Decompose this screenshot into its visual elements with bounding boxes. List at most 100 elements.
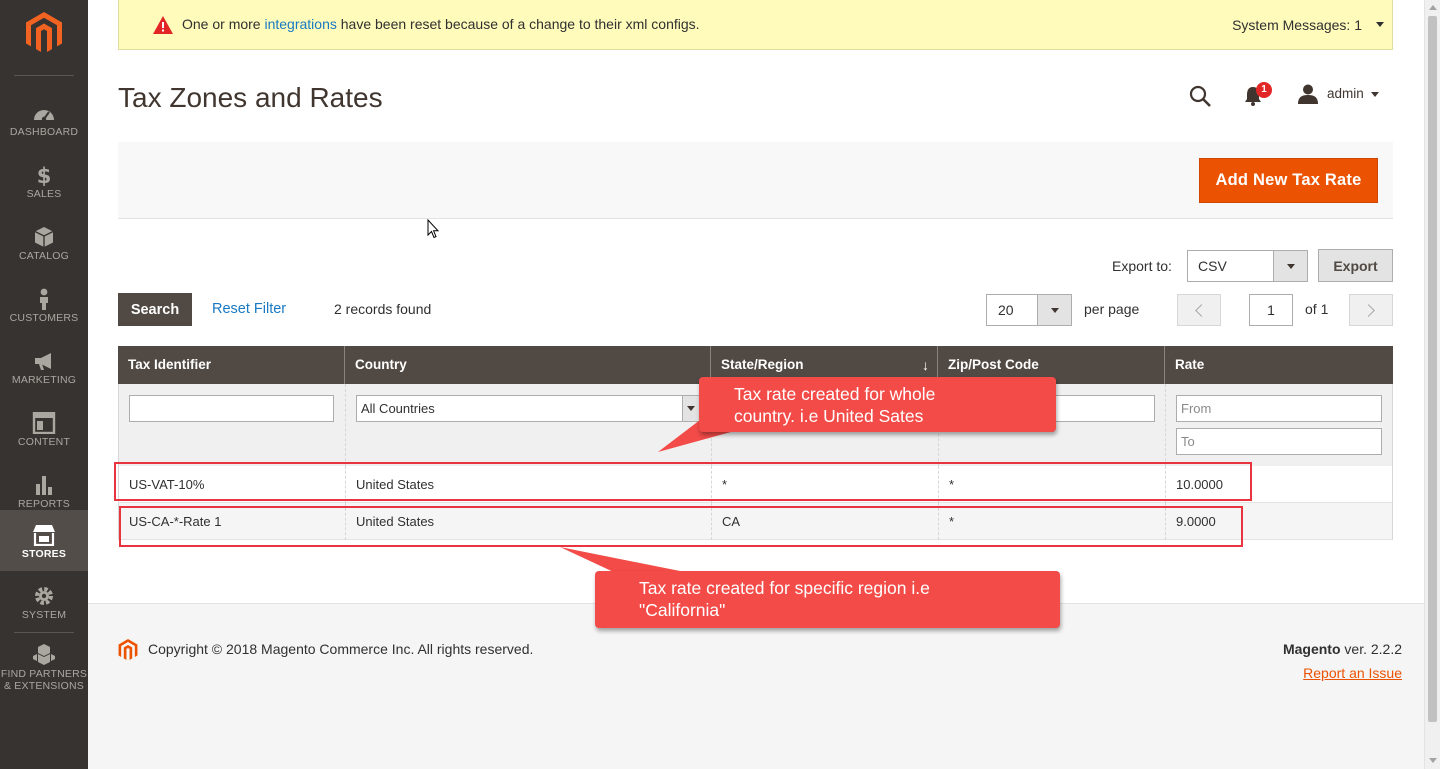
callout-text-line: country. i.e United Sates — [734, 406, 924, 426]
notification-count-badge[interactable]: 1 — [1256, 82, 1272, 98]
rate-to-input[interactable]: To — [1176, 428, 1382, 455]
svg-text:$: $ — [37, 164, 52, 186]
search-icon[interactable] — [1188, 84, 1212, 108]
person-icon — [40, 288, 48, 310]
brand-name: Magento — [1282, 641, 1341, 657]
column-header-label: State/Region — [721, 357, 804, 372]
column-header-label: Country — [355, 357, 407, 372]
reset-filter-link[interactable]: Reset Filter — [212, 301, 286, 317]
per-page-label: per page — [1084, 301, 1140, 317]
sidebar-item-catalog[interactable]: CATALOG — [0, 212, 88, 274]
column-header-label: Rate — [1175, 357, 1205, 372]
search-button[interactable]: Search — [118, 293, 192, 326]
sidebar-divider — [14, 632, 74, 633]
boxes-icon — [33, 644, 55, 665]
magento-logo-icon[interactable] — [26, 12, 62, 54]
annotation-callout: Tax rate created for whole country. i.e … — [699, 377, 1056, 432]
dashboard-icon — [34, 110, 54, 122]
add-new-tax-rate-button[interactable]: Add New Tax Rate — [1199, 158, 1378, 203]
copyright-text: Copyright © 2018 Magento Commerce Inc. A… — [148, 641, 534, 657]
country-filter-select[interactable]: All Countries — [356, 395, 700, 422]
scroll-thumb[interactable] — [1428, 16, 1437, 722]
chevron-left-icon — [1195, 304, 1208, 317]
rate-from-input[interactable]: From — [1176, 395, 1382, 422]
column-header-label: Tax Identifier — [128, 357, 212, 372]
select-toggle[interactable] — [1273, 251, 1307, 281]
annotation-callout: Tax rate created for specific region i.e… — [595, 571, 1060, 628]
system-messages-toggle[interactable]: System Messages: 1 — [1232, 17, 1362, 33]
chevron-down-icon[interactable] — [1371, 92, 1379, 97]
current-page-input[interactable]: 1 — [1249, 294, 1293, 326]
report-issue-link[interactable]: Report an Issue — [1303, 665, 1402, 681]
sidebar-item-find-partners[interactable]: FIND PARTNERS & EXTENSIONS — [0, 634, 88, 704]
total-pages: of 1 — [1305, 301, 1329, 317]
export-format-value: CSV — [1198, 258, 1227, 274]
chevron-down-icon — [687, 406, 695, 411]
version-number: ver. 2.2.2 — [1340, 641, 1402, 657]
sidebar-item-customers[interactable]: CUSTOMERS — [0, 274, 88, 336]
sidebar-item-sales[interactable]: $ SALES — [0, 150, 88, 212]
column-header-country[interactable]: Country — [345, 346, 711, 384]
chevron-down-icon — [1287, 264, 1295, 269]
sidebar-item-stores[interactable]: STORES — [0, 510, 88, 571]
gear-icon — [35, 587, 53, 605]
sidebar-item-label: DASHBOARD — [9, 126, 79, 138]
sidebar-divider — [14, 75, 74, 76]
callout-text-line: Tax rate created for whole — [734, 384, 936, 404]
cube-icon — [34, 227, 54, 247]
sidebar-item-label: CUSTOMERS — [9, 312, 79, 324]
select-toggle[interactable] — [1037, 295, 1071, 325]
sidebar-item-label: REPORTS — [18, 498, 70, 510]
export-button[interactable]: Export — [1318, 249, 1393, 282]
megaphone-icon — [35, 353, 51, 370]
sidebar-item-label: STORES — [21, 548, 67, 560]
records-found: 2 records found — [334, 301, 432, 317]
sidebar-item-label: SYSTEM — [21, 609, 67, 621]
export-label: Export to: — [1112, 258, 1172, 274]
vertical-scrollbar[interactable] — [1424, 0, 1440, 769]
scroll-down-icon[interactable] — [1429, 758, 1437, 763]
sidebar-item-label: CATALOG — [18, 250, 70, 262]
callout-text-line: Tax rate created for specific region i.e — [639, 578, 930, 598]
admin-user-menu[interactable]: admin — [1327, 86, 1364, 101]
filter-cell — [119, 384, 346, 466]
sidebar-item-label: FIND PARTNERS — [0, 668, 88, 680]
previous-page-button[interactable] — [1177, 294, 1221, 326]
filter-cell: From To — [1166, 384, 1392, 466]
bar-chart-icon — [36, 476, 52, 495]
per-page-value: 20 — [998, 302, 1014, 318]
scroll-up-icon[interactable] — [1429, 5, 1437, 10]
system-message-bar: One or more integrations have been reset… — [118, 0, 1393, 50]
filter-cell: All Countries — [346, 384, 712, 466]
mouse-cursor-icon — [427, 219, 439, 239]
sidebar-item-system[interactable]: SYSTEM — [0, 571, 88, 633]
next-page-button[interactable] — [1349, 294, 1393, 326]
sidebar-item-label: MARKETING — [11, 374, 77, 386]
tax-identifier-filter-input[interactable] — [129, 395, 334, 422]
highlight-box — [114, 462, 1252, 501]
callout-text-line: "California" — [639, 600, 726, 620]
dollar-icon: $ — [37, 164, 52, 186]
sidebar-item-marketing[interactable]: MARKETING — [0, 336, 88, 398]
column-header-rate[interactable]: Rate — [1165, 346, 1393, 384]
sidebar-item-dashboard[interactable]: DASHBOARD — [0, 88, 88, 150]
page-title: Tax Zones and Rates — [118, 82, 383, 113]
sidebar-item-content[interactable]: CONTENT — [0, 398, 88, 460]
user-icon[interactable] — [1298, 84, 1318, 104]
select-toggle[interactable] — [682, 396, 699, 421]
sidebar-item-label: SALES — [26, 188, 62, 200]
column-header-label: Zip/Post Code — [948, 357, 1039, 372]
integrations-link[interactable]: integrations — [264, 16, 336, 32]
chevron-down-icon — [1051, 308, 1059, 313]
admin-sidebar: DASHBOARD $ SALES CATALOG CUSTOMERS MARK… — [0, 0, 88, 769]
column-header-tax-identifier[interactable]: Tax Identifier — [118, 346, 345, 384]
chevron-right-icon — [1362, 304, 1375, 317]
version-text: Magento ver. 2.2.2 — [1283, 641, 1402, 657]
per-page-select[interactable]: 20 — [986, 294, 1072, 326]
export-format-select[interactable]: CSV — [1187, 250, 1308, 282]
sidebar-item-label-line2: & EXTENSIONS — [3, 680, 84, 692]
sidebar-item-label: CONTENT — [17, 436, 71, 448]
storefront-icon — [33, 525, 55, 546]
chevron-down-icon[interactable] — [1376, 22, 1384, 27]
highlight-box — [119, 506, 1243, 547]
